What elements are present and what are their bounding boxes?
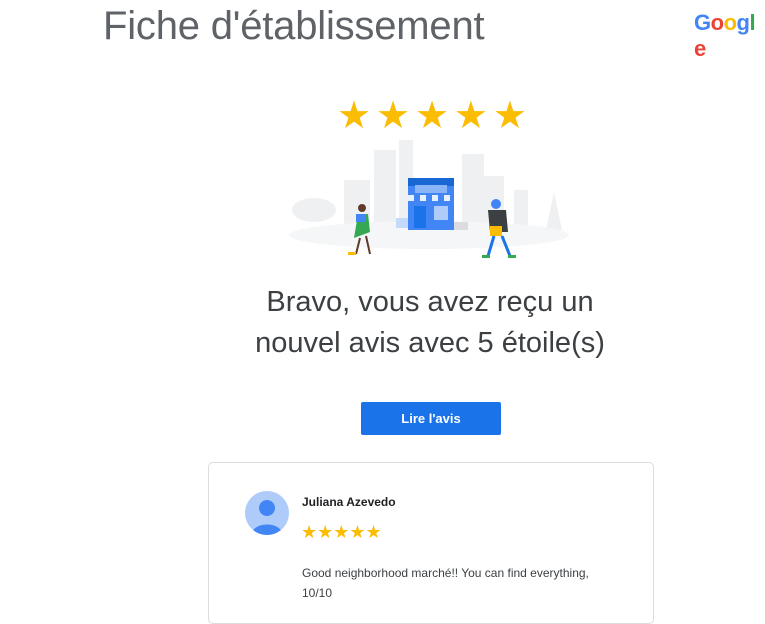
avatar: [245, 491, 289, 535]
logo-letter: e: [694, 36, 706, 61]
logo-letter: l: [749, 10, 756, 35]
rating-stars: ★ ★ ★ ★ ★: [337, 94, 527, 138]
read-review-button[interactable]: Lire l'avis: [361, 402, 501, 435]
headline-line-1: Bravo, vous avez reçu un: [266, 286, 594, 318]
person-icon: [251, 500, 283, 535]
reviewer-name: Juliana Azevedo: [302, 495, 396, 509]
review-stars: ★★★★★: [301, 522, 382, 542]
star-icon: ★: [492, 95, 527, 137]
star-icon: ★: [453, 95, 488, 137]
logo-letter: o: [710, 10, 724, 35]
star-icon: ★: [375, 95, 411, 137]
headline-line-2: nouvel avis avec 5 étoile(s): [255, 327, 605, 359]
review-card: Juliana Azevedo ★★★★★ Good neighborhood …: [208, 462, 654, 624]
review-text: Good neighborhood marché!! You can find …: [302, 563, 622, 603]
star-icon: ★: [337, 95, 372, 137]
star-icon: ★: [414, 95, 450, 137]
page-title: Fiche d'établissement: [103, 4, 485, 48]
logo-letter: G: [694, 10, 711, 35]
review-star-icons: ★★★★★: [301, 522, 382, 542]
google-logo: Googl e: [694, 10, 765, 62]
logo-letter: o: [723, 10, 737, 35]
review-text-line-2: 10/10: [302, 586, 333, 600]
storefront-illustration: [289, 140, 569, 258]
headline: Bravo, vous avez reçu un nouvel avis ave…: [150, 282, 710, 364]
review-text-line-1: Good neighborhood marché!! You can find …: [302, 566, 589, 580]
logo-letter: g: [736, 10, 750, 35]
